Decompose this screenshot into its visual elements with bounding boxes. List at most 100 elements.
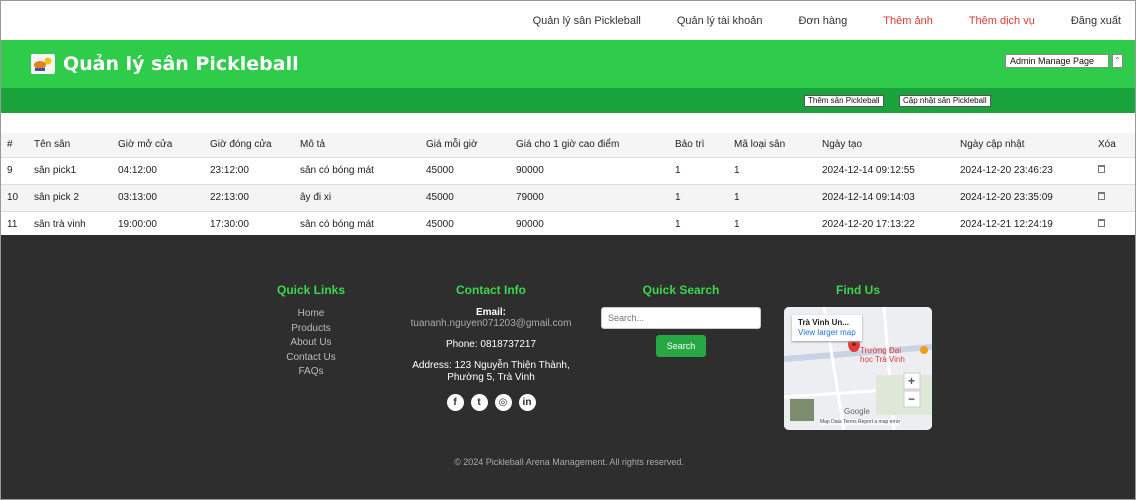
cell-maintenance: 1: [669, 157, 728, 185]
phone-value: Phone: 0818737217: [445, 339, 537, 350]
cell-price: 45000: [420, 211, 510, 239]
cell-type: 1: [728, 184, 816, 212]
cell-updated: 2024-12-21 12:24:19: [954, 211, 1092, 239]
add-court-button[interactable]: Thêm sân Pickleball: [804, 95, 884, 107]
trash-icon[interactable]: [1098, 192, 1105, 200]
cell-open: 04:12:00: [112, 157, 204, 185]
address-value: Address: 123 Nguyễn Thiện Thành, Phường …: [412, 360, 570, 383]
cell-peak-price: 90000: [510, 157, 669, 185]
cell-updated: 2024-12-20 23:35:09: [954, 184, 1092, 212]
cell-desc: ây đi xi: [294, 184, 420, 212]
cell-delete: [1092, 184, 1135, 212]
linkedin-icon[interactable]: in: [518, 394, 536, 411]
nav-manage-accounts[interactable]: Quản lý tài khoản: [677, 15, 763, 27]
search-input[interactable]: [601, 307, 761, 329]
quick-search-heading: Quick Search: [642, 283, 720, 297]
col-header-created: Ngày tạo: [816, 133, 954, 158]
cell-id: 11: [1, 211, 28, 239]
cell-close: 23:12:00: [204, 157, 294, 185]
cell-delete: [1092, 211, 1135, 239]
cell-name: sân pick 2: [28, 184, 112, 212]
zoom-in-icon[interactable]: +: [908, 375, 915, 387]
table-row: 11 sân trà vinh 19:00:00 17:30:00 sân có…: [1, 211, 1135, 239]
contact-heading: Contact Info: [456, 283, 526, 297]
page: Quản lý sân Pickleball Quản lý tài khoản…: [0, 0, 1136, 500]
update-court-button[interactable]: Cập nhật sân Pickleball: [899, 95, 991, 107]
admin-page-select[interactable]: Admin Manage Page: [1005, 54, 1109, 68]
cell-name: sân trà vinh: [28, 211, 112, 239]
footer-link-about[interactable]: About Us: [261, 336, 361, 351]
cell-created: 2024-12-14 09:12:55: [816, 157, 954, 185]
map-place-card: Trà Vinh Un... View larger map: [792, 315, 862, 341]
trash-icon[interactable]: [1098, 219, 1105, 227]
cell-maintenance: 1: [669, 211, 728, 239]
cell-type: 1: [728, 157, 816, 185]
twitter-icon[interactable]: t: [470, 394, 488, 411]
footer-link-products[interactable]: Products: [261, 322, 361, 337]
cell-close: 17:30:00: [204, 211, 294, 239]
courts-table: # Tên sân Giờ mở cửa Giờ đóng cửa Mô tả …: [1, 133, 1135, 239]
footer-find-us: Find Us Trà Vinh Un... View larger map T…: [784, 283, 932, 430]
action-bar: Thêm sân Pickleball Cập nhật sân Pickleb…: [1, 88, 1135, 113]
cell-open: 03:13:00: [112, 184, 204, 212]
cell-desc: sân có bóng mát: [294, 157, 420, 185]
col-header-id: #: [1, 133, 28, 158]
copyright-text: © 2024 Pickleball Arena Management. All …: [454, 457, 684, 467]
col-header-type: Mã loại sân: [728, 133, 816, 158]
footer-quick-search: Quick Search Search: [601, 283, 761, 357]
nav-orders[interactable]: Đơn hàng: [798, 15, 847, 27]
cell-created: 2024-12-14 09:14:03: [816, 184, 954, 212]
cell-created: 2024-12-20 17:13:22: [816, 211, 954, 239]
embedded-map[interactable]: Trà Vinh Un... View larger map Trường Đạ…: [784, 307, 932, 430]
cell-price: 45000: [420, 184, 510, 212]
top-nav: Quản lý sân Pickleball Quản lý tài khoản…: [1, 1, 1135, 40]
cell-desc: sân có bóng mát: [294, 211, 420, 239]
chevron-down-icon[interactable]: ⌃: [1112, 54, 1123, 68]
footer-link-home[interactable]: Home: [261, 307, 361, 322]
nav-logout[interactable]: Đăng xuất: [1071, 15, 1121, 27]
quick-links-heading: Quick Links: [276, 283, 346, 297]
map-brand: Google: [844, 407, 870, 416]
nav-add-service[interactable]: Thêm dịch vụ: [969, 15, 1035, 27]
map-place-name: Trà Vinh Un...: [798, 318, 849, 327]
col-header-maintenance: Bảo trì: [669, 133, 728, 158]
col-header-peak-price: Giá cho 1 giờ cao điểm: [510, 133, 669, 158]
col-header-price: Giá mỗi giờ: [420, 133, 510, 158]
trash-icon[interactable]: [1098, 165, 1105, 173]
search-button[interactable]: Search: [655, 335, 707, 357]
footer-contact-info: Contact Info Email: tuananh.nguyen071203…: [406, 283, 576, 411]
map-larger-link[interactable]: View larger map: [798, 328, 856, 338]
col-header-name: Tên sân: [28, 133, 112, 158]
cell-updated: 2024-12-20 23:46:23: [954, 157, 1092, 185]
social-links: f t ◎ in: [406, 394, 576, 411]
nav-manage-courts[interactable]: Quản lý sân Pickleball: [533, 15, 641, 27]
page-title: Quản lý sân Pickleball: [63, 53, 299, 75]
email-label: Email:: [475, 307, 506, 318]
cell-id: 10: [1, 184, 28, 212]
facebook-icon[interactable]: f: [446, 394, 464, 411]
cell-maintenance: 1: [669, 184, 728, 212]
footer-link-contact[interactable]: Contact Us: [261, 351, 361, 366]
instagram-icon[interactable]: ◎: [494, 394, 512, 411]
email-value: tuananh.nguyen071203@gmail.com: [410, 318, 572, 329]
cell-open: 19:00:00: [112, 211, 204, 239]
page-header: Quản lý sân Pickleball Admin Manage Page…: [1, 40, 1135, 88]
cell-name: sân pick1: [28, 157, 112, 185]
cell-type: 1: [728, 211, 816, 239]
table-header-row: # Tên sân Giờ mở cửa Giờ đóng cửa Mô tả …: [1, 133, 1135, 158]
pickleball-logo-icon: [31, 54, 55, 74]
spacer: [1, 113, 1135, 133]
footer: Quick Links Home Products About Us Conta…: [1, 235, 1135, 499]
cell-close: 22:13:00: [204, 184, 294, 212]
cell-delete: [1092, 157, 1135, 185]
cell-peak-price: 79000: [510, 184, 669, 212]
cell-id: 9: [1, 157, 28, 185]
col-header-delete: Xóa: [1092, 133, 1135, 158]
find-us-heading: Find Us: [836, 283, 880, 297]
zoom-out-icon[interactable]: −: [908, 393, 915, 405]
footer-link-faqs[interactable]: FAQs: [261, 365, 361, 380]
footer-quick-links: Quick Links Home Products About Us Conta…: [261, 283, 361, 380]
nav-add-image[interactable]: Thêm ảnh: [883, 15, 933, 27]
col-header-updated: Ngày cập nhật: [954, 133, 1092, 158]
table-row: 10 sân pick 2 03:13:00 22:13:00 ây đi xi…: [1, 184, 1135, 212]
